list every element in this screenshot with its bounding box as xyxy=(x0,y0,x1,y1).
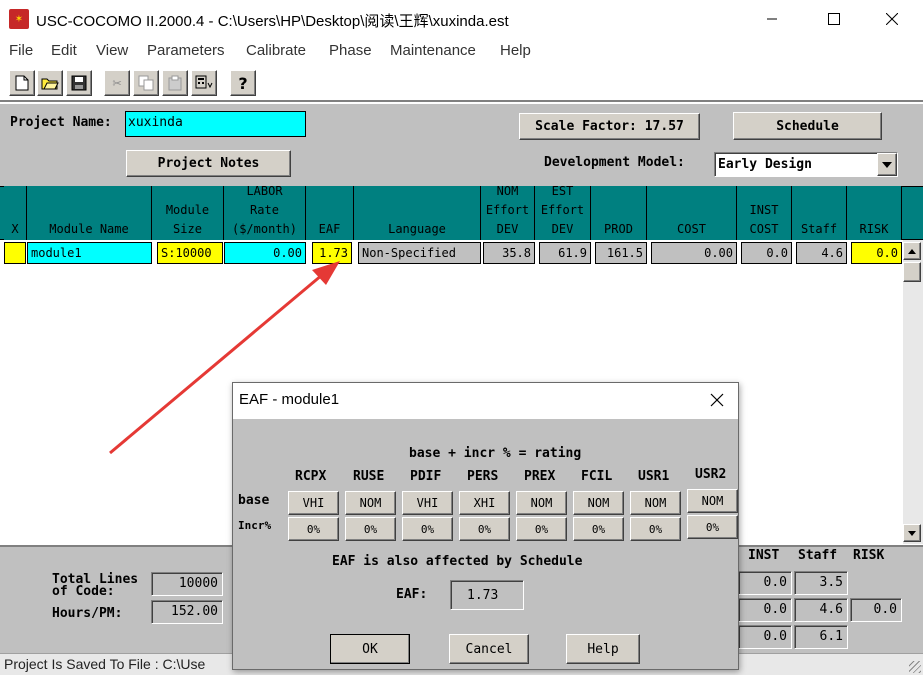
dialog-title-bar: EAF - module1 xyxy=(233,383,738,419)
incr-ruse[interactable]: 0% xyxy=(345,517,396,541)
driver-label-pdif: PDIF xyxy=(410,469,442,484)
eaf-value: 1.73 xyxy=(450,580,524,610)
dialog-close-icon[interactable] xyxy=(710,393,724,407)
driver-label-prex: PREX xyxy=(524,469,556,484)
incr-pers[interactable]: 0% xyxy=(459,517,510,541)
driver-label-pers: PERS xyxy=(467,469,499,484)
base-pdif[interactable]: VHI xyxy=(402,491,453,515)
ok-button[interactable]: OK xyxy=(330,634,410,664)
base-fcil[interactable]: NOM xyxy=(573,491,624,515)
eaf-dialog: EAF - module1 base + incr % = rating RCP… xyxy=(232,382,739,670)
incr-usr1[interactable]: 0% xyxy=(630,517,681,541)
incr-row-label: Incr% xyxy=(238,519,272,532)
driver-label-fcil: FCIL xyxy=(581,469,613,484)
base-pers[interactable]: XHI xyxy=(459,491,510,515)
incr-pdif[interactable]: 0% xyxy=(402,517,453,541)
incr-rcpx[interactable]: 0% xyxy=(288,517,339,541)
driver-label-usr1: USR1 xyxy=(638,469,670,484)
base-usr1[interactable]: NOM xyxy=(630,491,681,515)
base-rcpx[interactable]: VHI xyxy=(288,491,339,515)
driver-label-ruse: RUSE xyxy=(353,469,385,484)
cancel-button[interactable]: Cancel xyxy=(449,634,529,664)
base-row-label: base xyxy=(238,493,270,508)
driver-label-usr2: USR2 xyxy=(695,467,727,482)
help-button[interactable]: Help xyxy=(566,634,640,664)
schedule-note: EAF is also affected by Schedule xyxy=(332,554,583,569)
incr-usr2[interactable]: 0% xyxy=(687,515,738,539)
eaf-label: EAF: xyxy=(396,587,428,602)
dialog-title: EAF - module1 xyxy=(239,391,340,408)
incr-prex[interactable]: 0% xyxy=(516,517,567,541)
base-ruse[interactable]: NOM xyxy=(345,491,396,515)
dialog-subtitle: base + incr % = rating xyxy=(409,446,582,461)
base-usr2[interactable]: NOM xyxy=(687,489,738,513)
incr-fcil[interactable]: 0% xyxy=(573,517,624,541)
base-prex[interactable]: NOM xyxy=(516,491,567,515)
driver-label-rcpx: RCPX xyxy=(295,469,327,484)
